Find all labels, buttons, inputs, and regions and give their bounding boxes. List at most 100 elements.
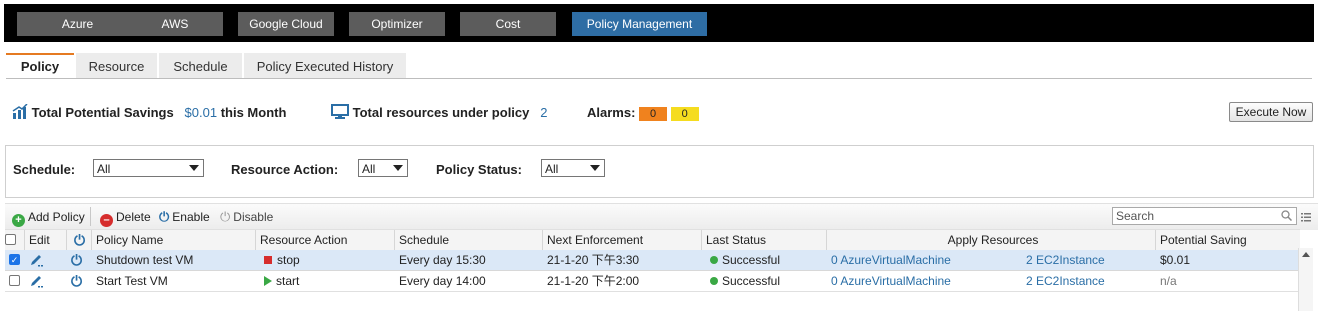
status-label: Successful [722,253,781,267]
potential-saving-cell: n/a [1160,274,1177,288]
resource-action: stop [264,250,392,270]
last-status-cell: Successful [710,250,826,270]
nav-google-cloud[interactable]: Google Cloud [238,12,334,36]
status-filter-label: Policy Status: [436,162,522,177]
policy-name: Shutdown test VM [96,253,194,267]
search-placeholder: Search [1116,209,1155,223]
enable-label: Enable [172,210,210,224]
nav-azure[interactable]: Azure [17,12,138,36]
disable-label: Disable [233,210,274,224]
grid-toolbar: + Add Policy – Delete ⏻ Enable ⏻ Disable Sea… [5,203,1318,230]
filter-panel: Schedule: All Resource Action: All Polic… [5,145,1314,198]
stop-icon [264,256,272,264]
tab-schedule[interactable]: Schedule [159,53,242,78]
power-icon: ⏻ [159,209,170,224]
delete-button[interactable]: – Delete [100,209,151,227]
action-label: stop [277,253,300,267]
azure-resource-link[interactable]: 0 AzureVirtualMachine [831,271,1021,291]
alarms-summary: Alarms: 0 0 [587,104,699,122]
tab-policy[interactable]: Policy [6,53,74,78]
ec2-resource-link[interactable]: 2 EC2Instance [1026,250,1151,270]
nav-cost[interactable]: Cost [460,12,556,36]
pencil-icon[interactable] [29,253,43,267]
success-dot-icon [710,256,718,264]
power-toggle[interactable]: ⏻ [71,271,87,291]
header-next-enforcement[interactable]: Next Enforcement [542,230,701,250]
header-last-status[interactable]: Last Status [701,230,827,250]
resources-label: Total resources under policy [352,105,530,120]
resources-summary: Total resources under policy 2 [331,104,547,122]
status-label: Successful [722,274,781,288]
plus-icon: + [12,214,25,227]
status-filter-select[interactable]: All [541,159,605,177]
header-policy-name[interactable]: Policy Name [91,230,255,250]
alarm-yellow-badge[interactable]: 0 [670,106,699,121]
resources-value: 2 [540,105,548,120]
toolbar-divider [90,207,91,226]
ec2-resource-link[interactable]: 2 EC2Instance [1026,271,1151,291]
power-icon: ⏻ [73,232,86,248]
header-potential-saving[interactable]: Potential Saving [1155,230,1300,250]
azure-resource-link[interactable]: 0 AzureVirtualMachine [831,250,1021,270]
bar-chart-icon [12,103,28,119]
monitor-icon [331,104,349,119]
tab-policy-executed-history[interactable]: Policy Executed History [244,53,406,78]
edit-cell[interactable] [29,271,59,291]
play-icon [264,276,272,286]
execute-now-button[interactable]: Execute Now [1229,102,1313,122]
savings-label: Total Potential Savings [31,105,174,120]
select-all-checkbox[interactable] [5,234,16,245]
power-off-icon: ⏻ [220,209,231,224]
row-checkbox[interactable]: ✓ [9,254,20,265]
action-filter-select[interactable]: All [358,159,408,177]
nav-optimizer[interactable]: Optimizer [349,12,445,36]
search-input[interactable]: Search [1112,207,1297,225]
policy-name: Start Test VM [96,274,168,288]
schedule-cell: Every day 14:00 [399,274,486,288]
header-power[interactable]: ⏻ [66,230,92,250]
status-filter-value: All [545,162,559,176]
select-all-cell [5,230,25,250]
savings-summary: Total Potential Savings $0.01 this Month [12,103,286,122]
header-edit[interactable]: Edit [24,230,66,250]
table-row[interactable]: ✓ ⏻ Shutdown test VM stop Every day 15:3… [5,250,1300,271]
enable-button[interactable]: ⏻ Enable [159,209,210,225]
header-schedule[interactable]: Schedule [394,230,542,250]
disable-button[interactable]: ⏻ Disable [220,209,273,225]
top-nav-bar: Azure AWS Google Cloud Optimizer Cost Po… [4,4,1314,42]
next-enforcement-cell: 21-1-20 下午3:30 [547,253,640,267]
power-icon: ⏻ [71,252,83,268]
resource-action: start [264,271,392,291]
chevron-down-icon [393,165,403,171]
power-toggle[interactable]: ⏻ [71,250,87,270]
tab-resource[interactable]: Resource [76,53,157,78]
pencil-icon[interactable] [29,274,43,288]
next-enforcement-cell: 21-1-20 下午2:00 [547,274,640,288]
chevron-down-icon [590,165,600,171]
potential-saving-cell: $0.01 [1160,253,1191,267]
table-row[interactable]: ⏻ Start Test VM start Every day 14:00 21… [5,271,1300,292]
schedule-filter-label: Schedule: [13,162,76,177]
power-icon: ⏻ [71,273,83,289]
header-apply-resources[interactable]: Apply Resources [826,230,1155,250]
schedule-filter-value: All [97,162,111,176]
schedule-filter-select[interactable]: All [93,159,204,177]
action-label: start [276,274,300,288]
header-resource-action[interactable]: Resource Action [255,230,394,250]
action-filter-label: Resource Action: [231,162,339,177]
scroll-up-icon[interactable] [1302,252,1310,257]
alarms-label: Alarms: [587,105,636,120]
action-filter-value: All [362,162,376,176]
add-policy-button[interactable]: + Add Policy [12,209,85,227]
alarm-orange-badge[interactable]: 0 [639,106,668,121]
chevron-down-icon [189,165,199,171]
nav-policy-management[interactable]: Policy Management [572,12,707,36]
tab-divider [6,78,1312,79]
edit-cell[interactable] [29,250,59,270]
table-scrollbar[interactable] [1298,248,1313,311]
search-icon [1281,210,1292,221]
nav-aws[interactable]: AWS [127,12,223,36]
row-checkbox[interactable] [9,275,20,286]
column-settings-icon[interactable] [1301,212,1311,222]
minus-icon: – [100,214,113,227]
